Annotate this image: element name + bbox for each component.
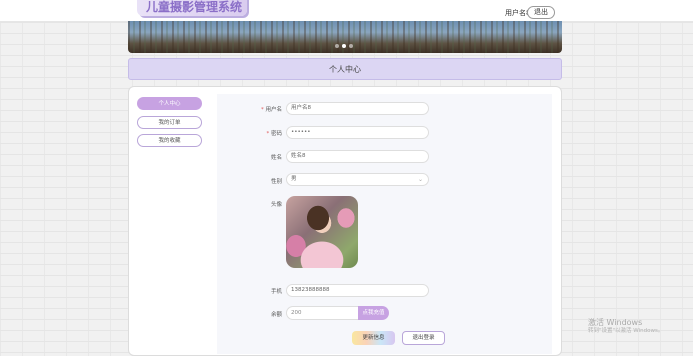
required-mark: * bbox=[260, 107, 264, 113]
password-label-text: 密码 bbox=[270, 131, 282, 137]
phone-field-label: 手机 bbox=[270, 289, 282, 295]
balance-group: 200 点我充值 bbox=[286, 306, 389, 320]
name-field-label: 姓名 bbox=[270, 155, 282, 161]
header-logout-button[interactable]: 退出 bbox=[527, 6, 555, 19]
password-input[interactable]: •••••• bbox=[286, 126, 429, 139]
avatar-field-label: 头像 bbox=[270, 202, 282, 208]
username-field-label: * 用户名 bbox=[222, 105, 282, 113]
page-title: 个人中心 bbox=[128, 58, 562, 80]
sidebar-item-profile[interactable]: 个人中心 bbox=[137, 97, 202, 110]
gender-select[interactable]: 男 ⌄ bbox=[286, 173, 429, 186]
gender-select-value: 男 bbox=[291, 176, 297, 182]
sidebar-item-orders[interactable]: 我的订单 bbox=[137, 116, 202, 129]
gender-field-label: 性别 bbox=[270, 179, 282, 185]
banner-carousel bbox=[128, 21, 562, 53]
top-bar bbox=[0, 0, 693, 22]
name-input[interactable]: 姓名8 bbox=[286, 150, 429, 163]
username-label-text: 用户名 bbox=[265, 107, 282, 113]
carousel-indicators bbox=[335, 44, 353, 48]
windows-activation-subtitle: 转到"设置"以激活 Windows。 bbox=[588, 328, 664, 334]
password-field-label: * 密码 bbox=[222, 129, 282, 137]
logout-button[interactable]: 退出登录 bbox=[402, 331, 445, 345]
recharge-button[interactable]: 点我充值 bbox=[358, 306, 389, 320]
update-info-button[interactable]: 更新信息 bbox=[352, 331, 395, 345]
username-input[interactable]: 用户名8 bbox=[286, 102, 429, 115]
carousel-dot-active[interactable] bbox=[342, 44, 346, 48]
balance-input[interactable]: 200 bbox=[286, 306, 364, 320]
site-logo[interactable]: 儿童摄影管理系统 bbox=[137, 0, 247, 16]
sidebar-item-favorites[interactable]: 我的收藏 bbox=[137, 134, 202, 147]
balance-field-label: 余额 bbox=[270, 312, 282, 318]
carousel-dot[interactable] bbox=[335, 44, 339, 48]
phone-input[interactable]: 13823888888 bbox=[286, 284, 429, 297]
avatar-image[interactable] bbox=[286, 196, 358, 268]
chevron-down-icon: ⌄ bbox=[417, 176, 423, 183]
carousel-dot[interactable] bbox=[349, 44, 353, 48]
required-mark: * bbox=[266, 131, 270, 137]
